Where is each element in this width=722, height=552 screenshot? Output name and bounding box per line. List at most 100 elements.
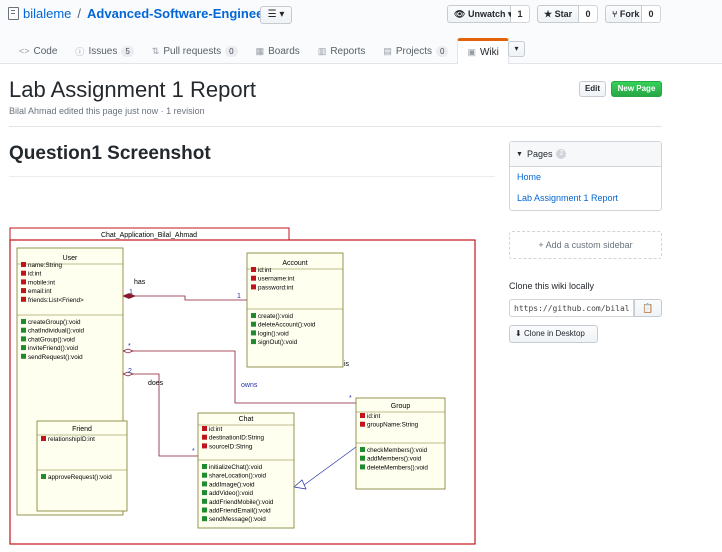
tab-code[interactable]: <> Code (10, 38, 66, 64)
class-operation: addFriendEmail():void (209, 508, 271, 515)
private-attribute-icon (21, 270, 26, 276)
public-operation-icon (21, 353, 26, 359)
forks-count[interactable]: 0 (642, 5, 661, 23)
page-link-home[interactable]: Home (510, 167, 661, 188)
tab-boards-label: Boards (268, 45, 300, 57)
class-attribute: username:int (258, 276, 295, 283)
repo-menu-button[interactable]: ☰ ▾ (260, 6, 292, 24)
class-attribute: mobile:int (28, 279, 55, 286)
public-operation-icon (41, 474, 46, 479)
repo-owner-link[interactable]: bilaleme (23, 6, 71, 21)
public-operation-icon (202, 464, 207, 469)
class-name: User (63, 255, 78, 262)
unwatch-button[interactable]: 👁 Unwatch ▾ (447, 5, 513, 23)
public-operation-icon (202, 490, 207, 496)
label-star-a: * (128, 343, 131, 350)
class-account: Account id:int username:intpassword:int cre… (246, 252, 344, 368)
tab-code-label: Code (33, 45, 58, 57)
class-attribute: password:int (258, 284, 294, 291)
class-attribute: relationshipID:int (48, 436, 95, 443)
class-operation: signOut():void (258, 339, 298, 346)
public-operation-icon (21, 327, 26, 333)
clone-desktop-label: Clone in Desktop (523, 329, 585, 338)
public-operation-icon (202, 516, 207, 522)
class-operation: inviteFriend():void (28, 345, 79, 352)
class-operation: login():void (258, 330, 289, 337)
class-attribute: friends:List<Friend> (28, 297, 84, 304)
triangle-down-icon: ▼ (516, 150, 523, 158)
clone-desktop-button[interactable]: ⬇ Clone in Desktop (509, 325, 598, 343)
class-operation: addImage():void (209, 481, 255, 488)
public-operation-icon (360, 447, 365, 452)
class-attribute: id:int (28, 271, 42, 278)
label-owns: owns (241, 382, 258, 389)
class-operation: createGroup():void (28, 319, 81, 326)
clone-url-input[interactable] (509, 299, 634, 317)
repo-name-link[interactable]: Advanced-Software-Engineering (87, 6, 288, 21)
star-label: Star (554, 9, 573, 19)
board-icon: ▦ (255, 45, 265, 56)
private-attribute-icon (21, 279, 26, 285)
public-operation-icon (202, 481, 207, 487)
public-operation-icon (202, 498, 207, 504)
star-button[interactable]: ★ Star (537, 5, 579, 23)
private-attribute-icon (202, 443, 207, 449)
class-attribute: sourceID:String (209, 443, 253, 450)
tab-projects-count: 0 (435, 45, 449, 57)
class-operation: initializeChat():void (209, 464, 263, 471)
label-has: has (134, 279, 146, 286)
class-operation: chatIndividual():void (28, 328, 84, 335)
public-operation-icon (21, 345, 26, 351)
tab-pull-requests[interactable]: ⇅ Pull requests 0 (143, 38, 247, 64)
page-link-lab-report[interactable]: Lab Assignment 1 Report (510, 188, 661, 209)
public-operation-icon (251, 313, 256, 318)
section-heading: Question1 Screenshot (9, 143, 211, 164)
private-attribute-icon (360, 421, 365, 427)
label-is-right: is (344, 361, 350, 368)
class-name: Friend (72, 426, 92, 433)
label-one-b: 1 (237, 293, 241, 300)
eye-icon: 👁 (454, 9, 466, 19)
tab-projects[interactable]: ▤ Projects 0 (374, 38, 457, 64)
page-title: Lab Assignment 1 Report (9, 77, 257, 102)
unwatch-label: Unwatch (467, 9, 506, 19)
tab-wiki[interactable]: ▣ Wiki (457, 38, 509, 65)
watchers-count[interactable]: 1 (511, 5, 530, 23)
tab-issues-label: Issues (88, 45, 118, 57)
add-custom-sidebar-button[interactable]: + Add a custom sidebar (509, 231, 662, 259)
class-attribute: groupName:String (367, 422, 419, 429)
class-operation: addVideo():void (209, 490, 253, 497)
graph-icon: ▥ (317, 45, 327, 56)
class-operation: addMembers():void (367, 456, 422, 463)
tab-issues[interactable]: ⓘ Issues 5 (66, 38, 142, 64)
private-attribute-icon (21, 262, 26, 267)
stars-count[interactable]: 0 (579, 5, 598, 23)
repo-nav-tabs: <> Code ⓘ Issues 5 ⇅ Pull requests 0 ▦ B… (0, 38, 509, 65)
fork-icon: ⑂ (612, 9, 618, 19)
clipboard-icon[interactable]: 📋 (634, 299, 662, 317)
tab-reports[interactable]: ▥ Reports (309, 38, 375, 64)
star-icon: ★ (544, 9, 553, 19)
class-operation: approveRequest():void (48, 474, 112, 481)
public-operation-icon (251, 330, 256, 336)
edit-button[interactable]: Edit (579, 81, 606, 97)
class-attribute: name:String (28, 262, 62, 269)
class-operation: deleteAccount():void (258, 322, 316, 329)
class-operation: create():void (258, 313, 293, 320)
public-operation-icon (251, 339, 256, 345)
new-page-button[interactable]: New Page (611, 81, 662, 97)
class-operation: chatGroup():void (28, 336, 75, 343)
pages-toggle[interactable]: ▼ Pages 2 (510, 142, 661, 167)
private-attribute-icon (21, 288, 26, 294)
more-tabs-chevron-down-icon[interactable]: ▾ (508, 41, 525, 57)
tab-boards[interactable]: ▦ Boards (247, 38, 309, 64)
class-operation: deleteMembers():void (367, 464, 428, 471)
fork-button[interactable]: ⑂ Fork (605, 5, 642, 23)
tab-pull-requests-label: Pull requests (163, 45, 222, 57)
private-attribute-icon (251, 275, 256, 281)
tab-reports-label: Reports (330, 45, 366, 57)
private-attribute-icon (251, 284, 256, 290)
class-box (36, 420, 128, 512)
repo-header: bilaleme / Advanced-Software-Engineering… (0, 0, 722, 65)
class-operation: shareLocation():void (209, 473, 267, 480)
